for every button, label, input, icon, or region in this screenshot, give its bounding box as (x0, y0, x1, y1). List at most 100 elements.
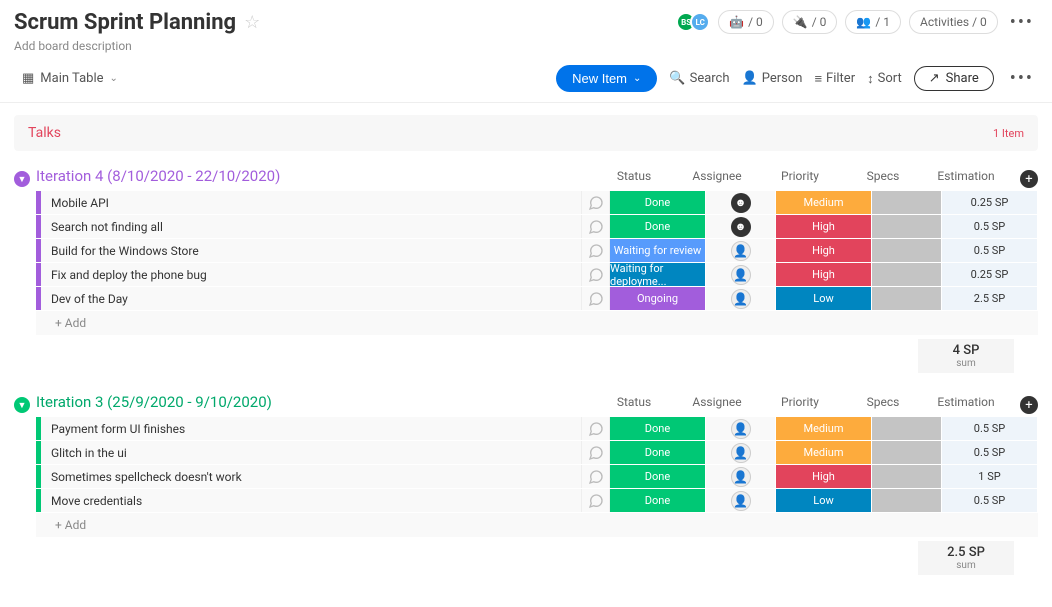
person-filter-button[interactable]: 👤 Person (742, 71, 803, 86)
table-row[interactable]: Mobile API Done ☻ Medium 0.25 SP (36, 191, 1038, 215)
status-cell[interactable]: Done (610, 191, 706, 214)
item-title[interactable]: Sometimes spellcheck doesn't work (41, 465, 582, 488)
priority-cell[interactable]: High (776, 215, 872, 238)
assignee-cell[interactable]: 👤 (706, 287, 776, 310)
estimation-cell[interactable]: 0.5 SP (942, 417, 1038, 440)
column-header-estimation[interactable]: Estimation (918, 167, 1014, 191)
talks-group-collapsed[interactable]: Talks 1 Item (14, 115, 1038, 151)
item-title[interactable]: Mobile API (41, 191, 582, 214)
favorite-star-icon[interactable]: ☆ (244, 12, 260, 33)
specs-cell[interactable] (872, 191, 942, 214)
estimation-cell[interactable]: 0.5 SP (942, 489, 1038, 512)
view-selector[interactable]: ▦ Main Table ⌄ (14, 67, 126, 90)
priority-cell[interactable]: Medium (776, 417, 872, 440)
add-column-icon[interactable]: + (1020, 396, 1038, 414)
group-title[interactable]: Iteration 3 (25/9/2020 - 9/10/2020) (36, 393, 272, 411)
conversation-icon[interactable] (582, 441, 610, 464)
status-cell[interactable]: Done (610, 465, 706, 488)
estimation-cell[interactable]: 0.5 SP (942, 215, 1038, 238)
table-row[interactable]: Fix and deploy the phone bug Waiting for… (36, 263, 1038, 287)
board-title[interactable]: Scrum Sprint Planning (14, 10, 236, 35)
collapse-toggle-icon[interactable]: ▼ (14, 397, 30, 413)
specs-cell[interactable] (872, 287, 942, 310)
conversation-icon[interactable] (582, 287, 610, 310)
search-button[interactable]: 🔍 Search (669, 71, 729, 86)
group-title[interactable]: Iteration 4 (8/10/2020 - 22/10/2020) (36, 167, 280, 185)
conversation-icon[interactable] (582, 215, 610, 238)
priority-cell[interactable]: High (776, 465, 872, 488)
conversation-icon[interactable] (582, 465, 610, 488)
table-row[interactable]: Sometimes spellcheck doesn't work Done 👤… (36, 465, 1038, 489)
priority-cell[interactable]: Medium (776, 441, 872, 464)
status-cell[interactable]: Done (610, 215, 706, 238)
estimation-cell[interactable]: 2.5 SP (942, 287, 1038, 310)
item-title[interactable]: Payment form UI finishes (41, 417, 582, 440)
item-title[interactable]: Glitch in the ui (41, 441, 582, 464)
collapse-toggle-icon[interactable]: ▼ (14, 171, 30, 187)
status-cell[interactable]: Done (610, 417, 706, 440)
column-header-estimation[interactable]: Estimation (918, 393, 1014, 417)
table-row[interactable]: Payment form UI finishes Done 👤 Medium 0… (36, 417, 1038, 441)
priority-cell[interactable]: Low (776, 287, 872, 310)
item-title[interactable]: Search not finding all (41, 215, 582, 238)
assignee-cell[interactable]: 👤 (706, 263, 776, 286)
board-description[interactable]: Add board description (14, 39, 260, 53)
assignee-cell[interactable]: 👤 (706, 465, 776, 488)
new-item-button[interactable]: New Item ⌄ (556, 65, 657, 92)
column-header-assignee[interactable]: Assignee (682, 167, 752, 191)
column-header-status[interactable]: Status (586, 393, 682, 417)
automations-button[interactable]: 🤖 / 0 (718, 10, 774, 34)
conversation-icon[interactable] (582, 191, 610, 214)
assignee-cell[interactable]: ☻ (706, 215, 776, 238)
conversation-icon[interactable] (582, 263, 610, 286)
item-title[interactable]: Dev of the Day (41, 287, 582, 310)
share-button[interactable]: ↗ Share (914, 66, 994, 91)
specs-cell[interactable] (872, 417, 942, 440)
status-cell[interactable]: Waiting for deployme... (610, 263, 706, 286)
estimation-cell[interactable]: 0.5 SP (942, 441, 1038, 464)
column-header-specs[interactable]: Specs (848, 167, 918, 191)
assignee-cell[interactable]: 👤 (706, 239, 776, 262)
assignee-cell[interactable]: ☻ (706, 191, 776, 214)
column-header-status[interactable]: Status (586, 167, 682, 191)
priority-cell[interactable]: Medium (776, 191, 872, 214)
specs-cell[interactable] (872, 239, 942, 262)
specs-cell[interactable] (872, 215, 942, 238)
status-cell[interactable]: Ongoing (610, 287, 706, 310)
conversation-icon[interactable] (582, 489, 610, 512)
activities-button[interactable]: Activities / 0 (909, 10, 998, 34)
add-column-icon[interactable]: + (1020, 170, 1038, 188)
members-button[interactable]: 👥 / 1 (845, 10, 901, 34)
status-cell[interactable]: Done (610, 489, 706, 512)
table-row[interactable]: Move credentials Done 👤 Low 0.5 SP (36, 489, 1038, 513)
specs-cell[interactable] (872, 465, 942, 488)
add-item-row[interactable]: + Add (36, 311, 1038, 335)
table-row[interactable]: Search not finding all Done ☻ High 0.5 S… (36, 215, 1038, 239)
estimation-cell[interactable]: 0.25 SP (942, 191, 1038, 214)
item-title[interactable]: Move credentials (41, 489, 582, 512)
assignee-cell[interactable]: 👤 (706, 489, 776, 512)
member-avatars[interactable]: BS LC (676, 12, 710, 32)
estimation-cell[interactable]: 0.5 SP (942, 239, 1038, 262)
estimation-cell[interactable]: 0.25 SP (942, 263, 1038, 286)
filter-button[interactable]: ≡ Filter (814, 71, 855, 87)
priority-cell[interactable]: High (776, 239, 872, 262)
column-header-priority[interactable]: Priority (752, 167, 848, 191)
item-title[interactable]: Build for the Windows Store (41, 239, 582, 262)
table-row[interactable]: Glitch in the ui Done 👤 Medium 0.5 SP (36, 441, 1038, 465)
toolbar-more-icon[interactable]: ••• (1006, 68, 1038, 89)
add-item-row[interactable]: + Add (36, 513, 1038, 537)
integrations-button[interactable]: 🔌 / 0 (782, 10, 838, 34)
specs-cell[interactable] (872, 263, 942, 286)
specs-cell[interactable] (872, 489, 942, 512)
item-title[interactable]: Fix and deploy the phone bug (41, 263, 582, 286)
priority-cell[interactable]: Low (776, 489, 872, 512)
more-options-icon[interactable]: ••• (1006, 12, 1038, 33)
column-header-priority[interactable]: Priority (752, 393, 848, 417)
specs-cell[interactable] (872, 441, 942, 464)
priority-cell[interactable]: High (776, 263, 872, 286)
table-row[interactable]: Build for the Windows Store Waiting for … (36, 239, 1038, 263)
conversation-icon[interactable] (582, 239, 610, 262)
column-header-assignee[interactable]: Assignee (682, 393, 752, 417)
status-cell[interactable]: Done (610, 441, 706, 464)
